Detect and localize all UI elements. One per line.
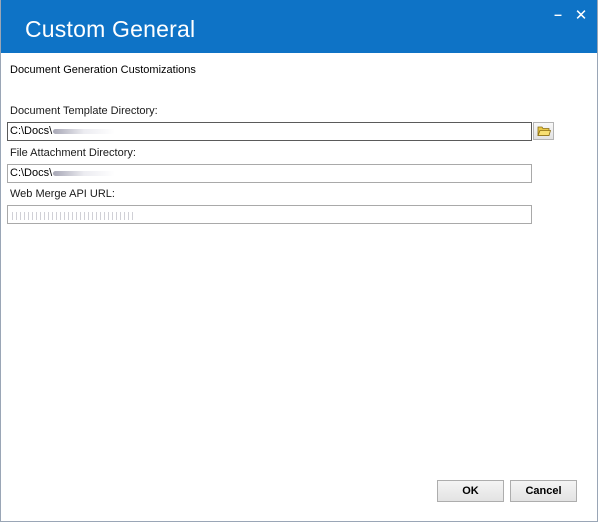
close-button[interactable]: ✕ <box>571 6 591 26</box>
web-merge-url-label: Web Merge API URL: <box>10 188 115 200</box>
title-bar: Custom General – ✕ <box>1 0 597 53</box>
redacted-path <box>53 170 116 176</box>
attachment-directory-label: File Attachment Directory: <box>10 147 136 159</box>
attachment-directory-value: C:\Docs\ <box>10 167 53 179</box>
cancel-button[interactable]: Cancel <box>510 480 577 502</box>
template-directory-value: C:\Docs\ <box>10 125 53 137</box>
minimize-button[interactable]: – <box>548 4 568 24</box>
web-merge-url-input[interactable] <box>7 205 532 224</box>
template-directory-label: Document Template Directory: <box>10 105 158 117</box>
browse-folder-button[interactable] <box>533 122 554 140</box>
section-heading: Document Generation Customizations <box>10 64 196 76</box>
ok-button[interactable]: OK <box>437 480 504 502</box>
custom-general-dialog: Custom General – ✕ Document Generation C… <box>0 0 598 522</box>
redacted-path <box>53 128 116 134</box>
template-directory-input[interactable]: C:\Docs\ <box>7 122 532 141</box>
attachment-directory-input[interactable]: C:\Docs\ <box>7 164 532 183</box>
open-folder-icon <box>537 126 551 136</box>
window-title: Custom General <box>25 16 196 42</box>
redacted-url <box>12 212 134 220</box>
